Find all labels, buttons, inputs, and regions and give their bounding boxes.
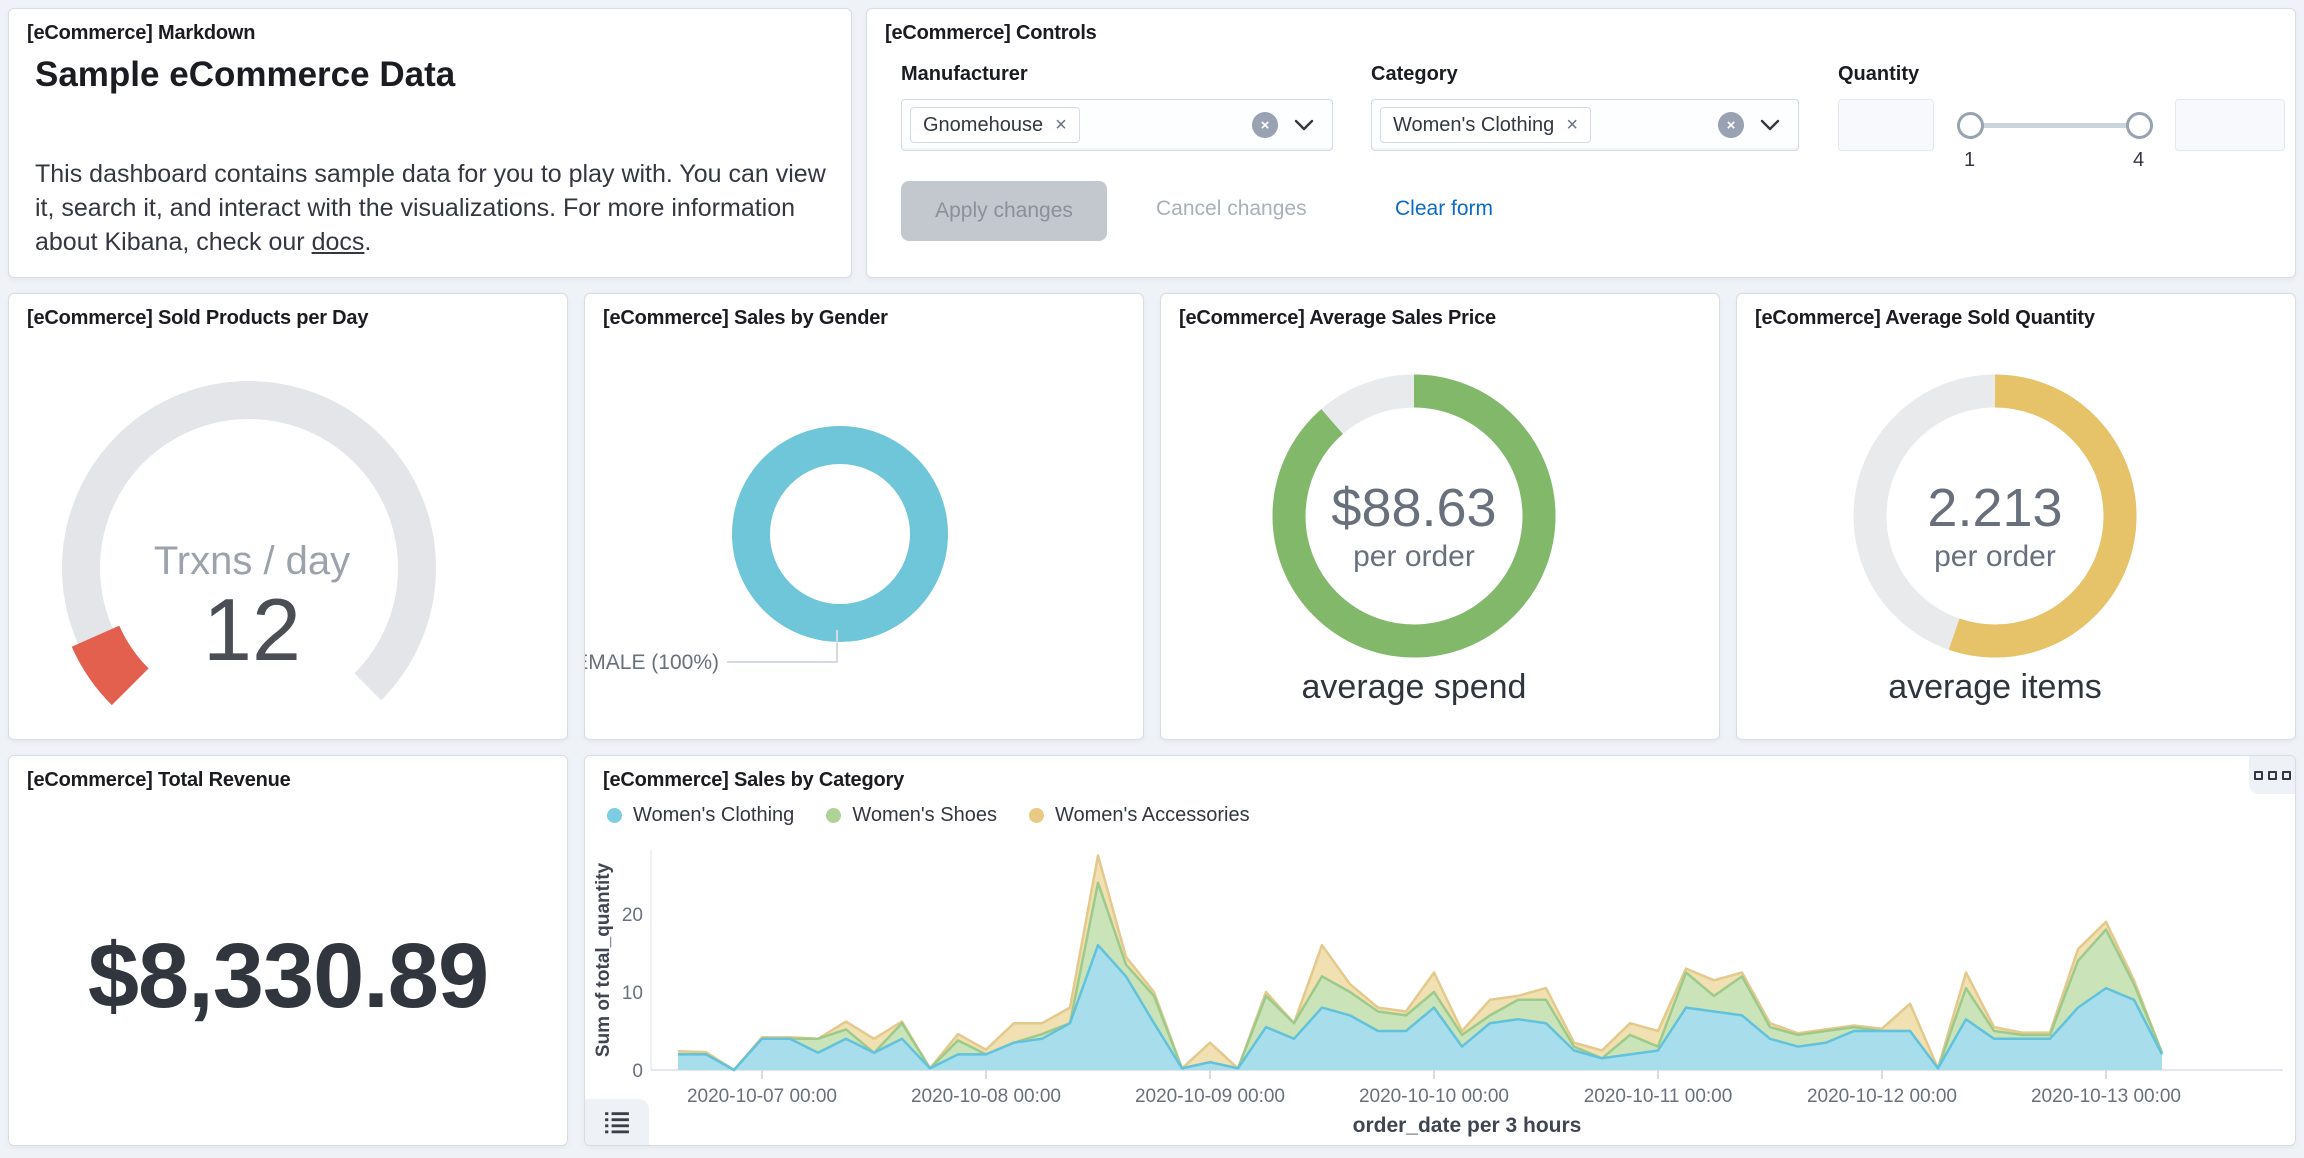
- remove-category-icon[interactable]: ×: [1566, 114, 1578, 137]
- gauge-value: 12: [203, 580, 301, 679]
- stacked-area-chart[interactable]: 0 10 20 2020-10-07 00:00 2020-10-08 00:00 202…: [585, 756, 2297, 1147]
- slice-label: FEMALE (100%): [585, 651, 719, 674]
- docs-link[interactable]: docs: [312, 228, 365, 256]
- quantity-max-input[interactable]: [2175, 99, 2285, 151]
- gauge-chart[interactable]: Trxns / day 12: [9, 294, 569, 741]
- quantity-label: Quantity: [1838, 63, 1919, 86]
- y-axis-title: Sum of total_quantity: [593, 862, 614, 1057]
- x-tick-label: 2020-10-11 00:00: [1584, 1086, 1733, 1107]
- panel-sales-by-gender: [eCommerce] Sales by Gender FEMALE (100%…: [584, 293, 1144, 740]
- donut-chart[interactable]: FEMALE (100%): [585, 294, 1145, 741]
- quantity-min-input[interactable]: [1838, 99, 1934, 151]
- chevron-down-icon[interactable]: [1758, 113, 1782, 137]
- remove-manufacturer-icon[interactable]: ×: [1055, 114, 1067, 137]
- x-tick-label: 2020-10-08 00:00: [911, 1086, 1061, 1107]
- manufacturer-selected-pill[interactable]: Gnomehouse ×: [910, 107, 1080, 143]
- panel-title: [eCommerce] Controls: [885, 22, 1097, 45]
- category-selected-pill[interactable]: Women's Clothing ×: [1380, 107, 1591, 143]
- markdown-body-text: This dashboard contains sample data for …: [35, 160, 826, 256]
- manufacturer-combobox[interactable]: Gnomehouse × ×: [901, 99, 1333, 151]
- panel-total-revenue: [eCommerce] Total Revenue $8,330.89: [8, 755, 568, 1146]
- quantity-min-value: 1: [1964, 149, 1975, 172]
- dashboard: [eCommerce] Markdown Sample eCommerce Da…: [0, 0, 2304, 1158]
- quantity-slider-handle-min[interactable]: [1957, 112, 1984, 139]
- markdown-body-end: .: [364, 228, 371, 256]
- quantity-slider-handle-max[interactable]: [2126, 112, 2153, 139]
- markdown-body: This dashboard contains sample data for …: [35, 157, 847, 259]
- clear-category-icon[interactable]: ×: [1718, 112, 1744, 138]
- apply-changes-button[interactable]: Apply changes: [901, 181, 1107, 241]
- x-tick-label: 2020-10-07 00:00: [687, 1086, 837, 1107]
- panel-controls: [eCommerce] Controls Manufacturer Gnomeh…: [866, 8, 2296, 278]
- goal-value: 2.213: [1927, 478, 2062, 538]
- goal-unit: per order: [1934, 540, 2056, 573]
- donut-slice-female[interactable]: [751, 445, 929, 623]
- chevron-down-icon[interactable]: [1292, 113, 1316, 137]
- goal-caption: average spend: [1302, 668, 1527, 706]
- manufacturer-label: Manufacturer: [901, 63, 1028, 86]
- legend-toggle-button[interactable]: [585, 1099, 649, 1145]
- category-label: Category: [1371, 63, 1458, 86]
- manufacturer-selected-value: Gnomehouse: [923, 114, 1043, 137]
- y-tick-label: 0: [632, 1061, 643, 1082]
- list-icon: [604, 1109, 630, 1135]
- x-axis-title: order_date per 3 hours: [1353, 1114, 1582, 1137]
- x-tick-label: 2020-10-13 00:00: [2031, 1086, 2181, 1107]
- clear-form-button[interactable]: Clear form: [1395, 197, 1493, 221]
- y-tick-label: 20: [622, 905, 643, 926]
- panel-sold-products-per-day: [eCommerce] Sold Products per Day Trxns …: [8, 293, 568, 740]
- panel-markdown: [eCommerce] Markdown Sample eCommerce Da…: [8, 8, 852, 278]
- goal-chart[interactable]: 2.213 per order average items: [1737, 294, 2297, 741]
- goal-value: $88.63: [1331, 478, 1496, 538]
- goal-chart[interactable]: $88.63 per order average spend: [1161, 294, 1721, 741]
- panel-title: [eCommerce] Markdown: [27, 22, 255, 45]
- quantity-slider-track[interactable]: [1970, 123, 2139, 128]
- x-tick-label: 2020-10-09 00:00: [1135, 1086, 1285, 1107]
- x-tick-label: 2020-10-10 00:00: [1359, 1086, 1509, 1107]
- clear-manufacturer-icon[interactable]: ×: [1252, 112, 1278, 138]
- panel-average-sold-quantity: [eCommerce] Average Sold Quantity 2.213 …: [1736, 293, 2296, 740]
- cancel-changes-button[interactable]: Cancel changes: [1156, 197, 1307, 221]
- metric-value: $8,330.89: [9, 924, 567, 1029]
- category-combobox[interactable]: Women's Clothing × ×: [1371, 99, 1799, 151]
- y-tick-label: 10: [622, 983, 643, 1004]
- quantity-max-value: 4: [2133, 149, 2144, 172]
- panel-average-sales-price: [eCommerce] Average Sales Price $88.63 p…: [1160, 293, 1720, 740]
- panel-title: [eCommerce] Total Revenue: [27, 769, 291, 792]
- goal-unit: per order: [1353, 540, 1475, 573]
- gauge-label: Trxns / day: [154, 539, 350, 583]
- goal-caption: average items: [1888, 668, 2102, 706]
- panel-sales-by-category: [eCommerce] Sales by Category Women's Cl…: [584, 755, 2296, 1146]
- category-selected-value: Women's Clothing: [1393, 114, 1554, 137]
- x-tick-label: 2020-10-12 00:00: [1807, 1086, 1957, 1107]
- markdown-heading: Sample eCommerce Data: [35, 55, 455, 95]
